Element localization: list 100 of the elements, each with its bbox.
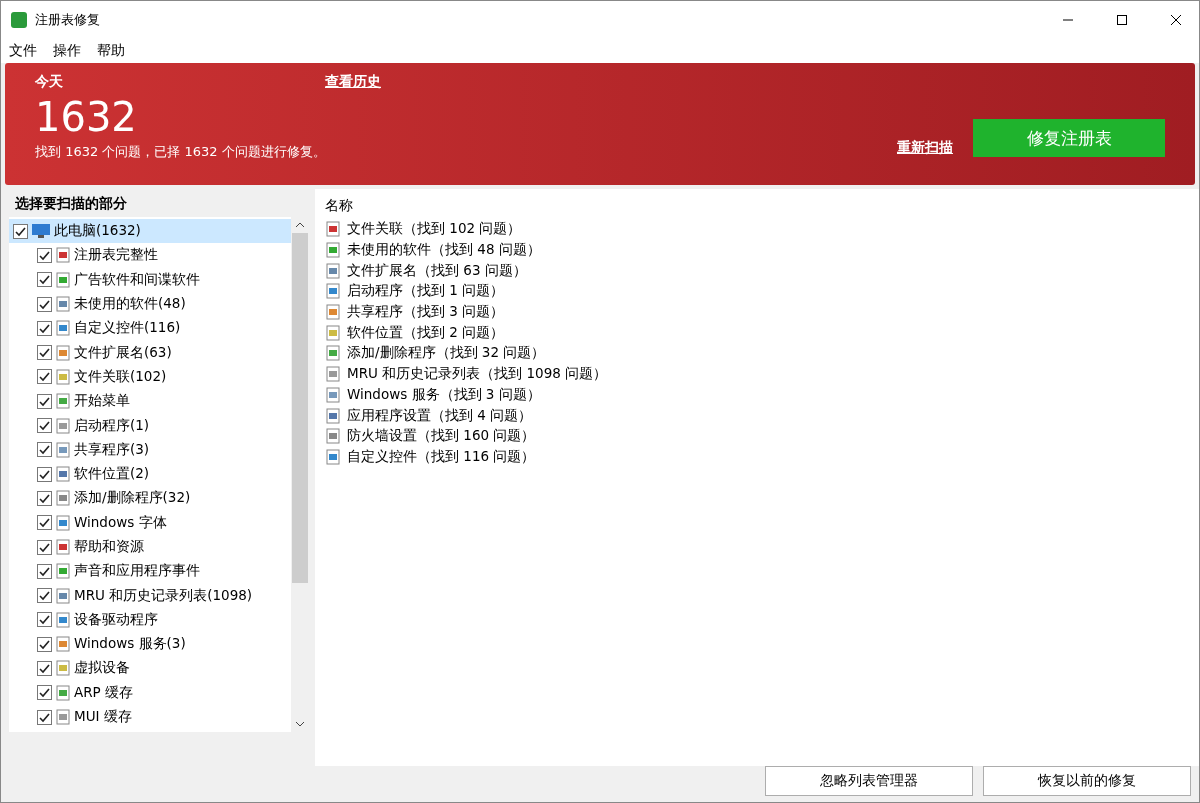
document-icon [55,587,71,604]
rescan-link[interactable]: 重新扫描 [897,139,953,157]
menu-item[interactable]: 文件 [9,42,37,60]
checkbox[interactable] [37,563,52,579]
checkbox[interactable] [37,345,52,361]
result-item[interactable]: 文件关联（找到 102 问题） [347,220,522,239]
result-item[interactable]: 共享程序（找到 3 问题） [347,303,505,322]
close-icon [1171,15,1181,25]
document-icon [325,283,341,300]
document-icon [55,417,71,434]
checkbox[interactable] [37,612,52,628]
document-icon [325,304,341,321]
issue-summary: 找到 1632 个问题，已择 1632 个问题进行修复。 [35,143,327,161]
checkbox[interactable] [37,296,52,312]
result-item[interactable]: Windows 服务（找到 3 问题） [347,385,541,404]
monitor-icon [31,223,51,240]
checkbox[interactable] [37,393,52,409]
document-icon [55,611,71,628]
document-icon [55,563,71,580]
checkbox[interactable] [37,272,52,288]
footer-button[interactable]: 忽略列表管理器 [765,766,973,796]
checkbox[interactable] [37,442,52,458]
result-item[interactable]: 自定义控件（找到 116 问题） [347,447,536,466]
checkbox[interactable] [37,636,52,652]
tree-item[interactable]: 开始菜单 [9,389,291,414]
result-item[interactable]: 未使用的软件（找到 48 问题） [347,241,541,260]
document-icon [325,221,341,238]
document-icon [55,660,71,677]
tree-item[interactable]: MRU 和历史记录列表(1098) [9,583,291,608]
document-icon [55,344,71,361]
menu-item[interactable]: 帮助 [97,42,125,60]
checkbox[interactable] [37,490,52,506]
result-item[interactable]: 防火墙设置（找到 160 问题） [347,427,536,446]
tree-item[interactable]: 声音和应用程序事件 [9,559,291,584]
checkbox[interactable] [37,709,52,725]
checkbox[interactable] [37,418,52,433]
document-icon [55,320,71,337]
result-item[interactable]: 添加/删除程序（找到 32 问题） [347,344,546,363]
document-icon [55,539,71,555]
tree-item[interactable]: 设备驱动程序 [9,607,291,633]
tree-item[interactable]: 此电脑(1632) [9,219,291,244]
document-icon [55,441,71,458]
document-icon [55,296,71,313]
document-icon [325,386,341,403]
result-item[interactable]: MRU 和历史记录列表（找到 1098 问题） [347,365,608,384]
column-header: 名称 [325,197,354,215]
document-icon [325,448,341,465]
document-icon [55,368,71,385]
tree-item[interactable]: 文件扩展名(63) [9,340,291,365]
tree-item[interactable]: 添加/删除程序(32) [9,486,291,511]
checkbox[interactable] [37,466,52,482]
checkbox[interactable] [37,515,52,531]
checkbox[interactable] [37,247,52,263]
checkbox[interactable] [37,661,52,676]
window-title: 注册表修复 [35,11,101,29]
tree-item[interactable]: 自定义控件(116) [9,316,291,341]
app-icon [11,12,27,28]
document-icon [55,684,71,701]
result-item[interactable]: 启动程序（找到 1 问题） [347,282,505,301]
tree-item[interactable]: 文件关联(102) [9,364,291,390]
tree-item[interactable]: Windows 字体 [9,510,291,535]
document-icon [325,324,341,341]
document-icon [55,514,71,531]
menu-item[interactable]: 操作 [53,42,81,60]
history-link[interactable]: 查看历史 [325,73,381,91]
checkbox[interactable] [37,685,52,701]
tree-item[interactable]: 启动程序(1) [9,413,291,438]
document-icon [55,490,71,507]
banner-headline: 今天 [35,73,63,91]
tree-item[interactable]: 虚拟设备 [9,656,291,681]
maximize-icon [1117,15,1127,25]
tree-item[interactable]: 注册表完整性 [9,243,291,268]
document-icon [55,636,71,653]
result-item[interactable]: 应用程序设置（找到 4 问题） [347,406,533,425]
tree-item[interactable]: 广告软件和间谍软件 [9,267,291,292]
document-icon [325,407,341,424]
tree-item[interactable]: Windows 服务(3) [9,632,291,657]
tree-item[interactable]: 共享程序(3) [9,437,291,462]
issue-count: 1632 [35,93,138,142]
result-item[interactable]: 文件扩展名（找到 63 问题） [347,261,527,280]
result-item[interactable]: 软件位置（找到 2 问题） [347,323,505,342]
checkbox[interactable] [37,588,52,604]
document-icon [55,393,71,410]
document-icon [55,271,71,288]
checkbox[interactable] [13,223,28,239]
document-icon [325,262,341,279]
checkbox[interactable] [37,320,52,336]
checkbox[interactable] [37,369,52,385]
tree-item[interactable]: MUI 缓存 [9,704,291,730]
document-icon [55,247,71,264]
document-icon [325,242,341,259]
document-icon [325,366,341,383]
tree-item[interactable]: 帮助和资源 [9,534,291,560]
footer-button[interactable]: 恢复以前的修复 [983,766,1191,796]
tree-item[interactable]: 软件位置(2) [9,461,291,487]
checkbox[interactable] [37,539,52,555]
document-icon [55,466,71,483]
tree-item[interactable]: ARP 缓存 [9,680,291,705]
document-icon [55,709,71,726]
tree-item[interactable]: 未使用的软件(48) [9,291,291,317]
